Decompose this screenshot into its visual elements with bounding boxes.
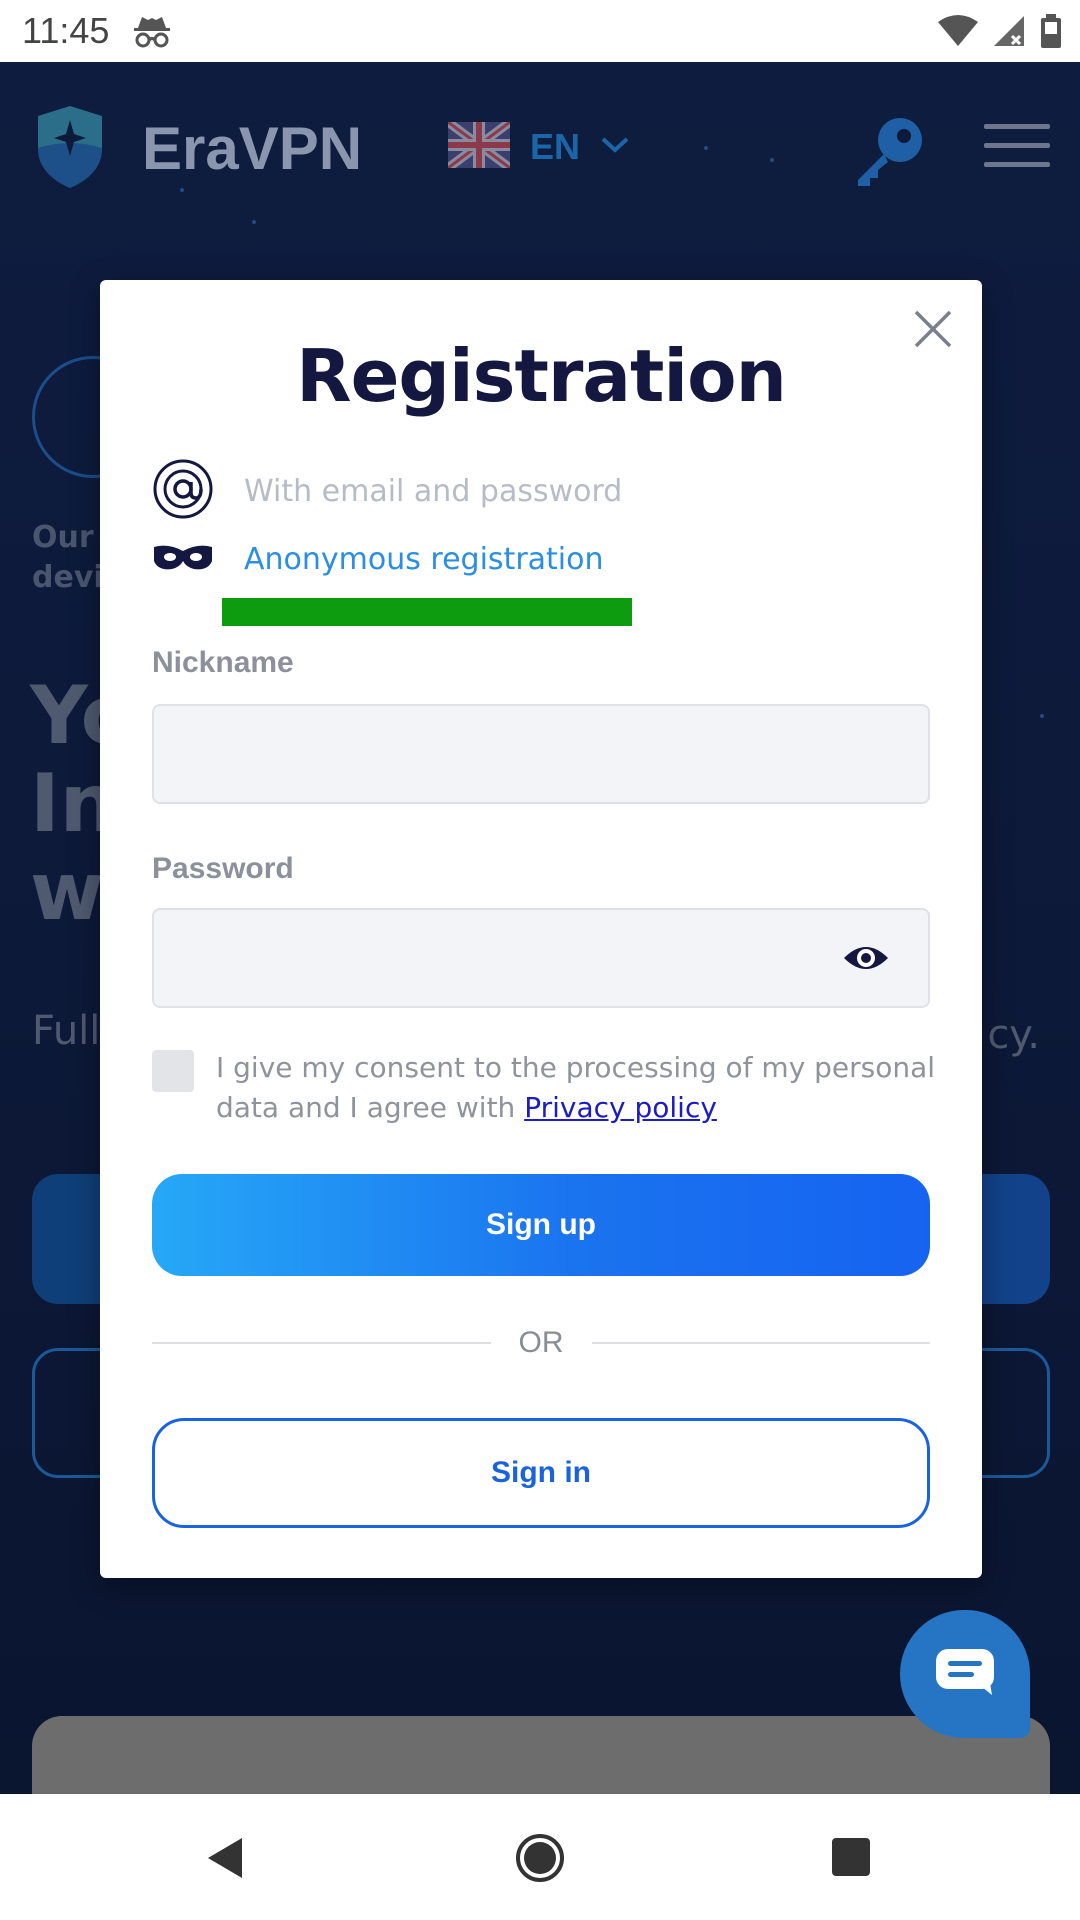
status-bar: 11:45	[0, 0, 1080, 62]
modal-title: Registration	[296, 334, 787, 418]
nickname-input[interactable]	[152, 704, 930, 804]
privacy-policy-link[interactable]: Privacy policy	[524, 1091, 717, 1124]
chevron-down-icon	[600, 135, 630, 159]
home-icon[interactable]	[516, 1834, 564, 1886]
incognito-icon	[132, 14, 172, 52]
or-text: OR	[518, 1326, 564, 1359]
eye-icon[interactable]	[842, 942, 890, 974]
registration-modal: Registration With email and password Ano…	[100, 280, 982, 1578]
battery-icon	[1040, 14, 1062, 52]
sign-in-button[interactable]: Sign in	[152, 1418, 930, 1528]
option-anonymous-registration[interactable]: Anonymous registration	[152, 542, 604, 577]
star-dot	[1040, 714, 1044, 718]
navigation-bar	[0, 1794, 1080, 1920]
uk-flag-icon	[445, 118, 513, 172]
consent-text: I give my consent to the processing of m…	[216, 1051, 936, 1124]
hero-subtitle-end: cy.	[987, 1012, 1040, 1058]
option-anonymous-label: Anonymous registration	[244, 542, 604, 577]
language-code: EN	[530, 126, 581, 167]
divider-line	[591, 1342, 930, 1344]
site-header: EraVPN EN	[0, 62, 1080, 232]
signal-icon	[992, 14, 1026, 52]
mask-icon	[152, 543, 214, 577]
password-label: Password	[152, 852, 294, 885]
bottom-card	[32, 1716, 1050, 1794]
option-email-label: With email and password	[244, 473, 623, 509]
selection-highlight-bar	[222, 598, 632, 626]
password-input[interactable]	[152, 908, 930, 1008]
hamburger-menu-icon[interactable]	[984, 124, 1050, 181]
hero-subtitle: Full	[32, 1008, 101, 1054]
back-icon[interactable]	[206, 1836, 244, 1884]
wifi-icon	[938, 14, 978, 52]
chat-icon	[934, 1647, 996, 1701]
language-selector[interactable]: EN	[445, 118, 630, 172]
feature-text: Our devi	[32, 520, 104, 595]
key-icon[interactable]	[852, 114, 926, 192]
at-sign-icon	[152, 458, 214, 524]
recent-apps-icon[interactable]	[832, 1838, 870, 1876]
shield-logo-icon[interactable]	[36, 104, 104, 194]
chat-button[interactable]	[900, 1610, 1030, 1738]
brand-name[interactable]: EraVPN	[142, 114, 362, 183]
nickname-label: Nickname	[152, 646, 294, 679]
consent-checkbox[interactable]	[152, 1050, 194, 1092]
option-email-registration[interactable]: With email and password	[152, 458, 622, 524]
sign-up-button[interactable]: Sign up	[152, 1174, 930, 1276]
status-time: 11:45	[22, 10, 110, 51]
divider-line	[152, 1342, 491, 1344]
or-divider: OR	[152, 1326, 930, 1360]
